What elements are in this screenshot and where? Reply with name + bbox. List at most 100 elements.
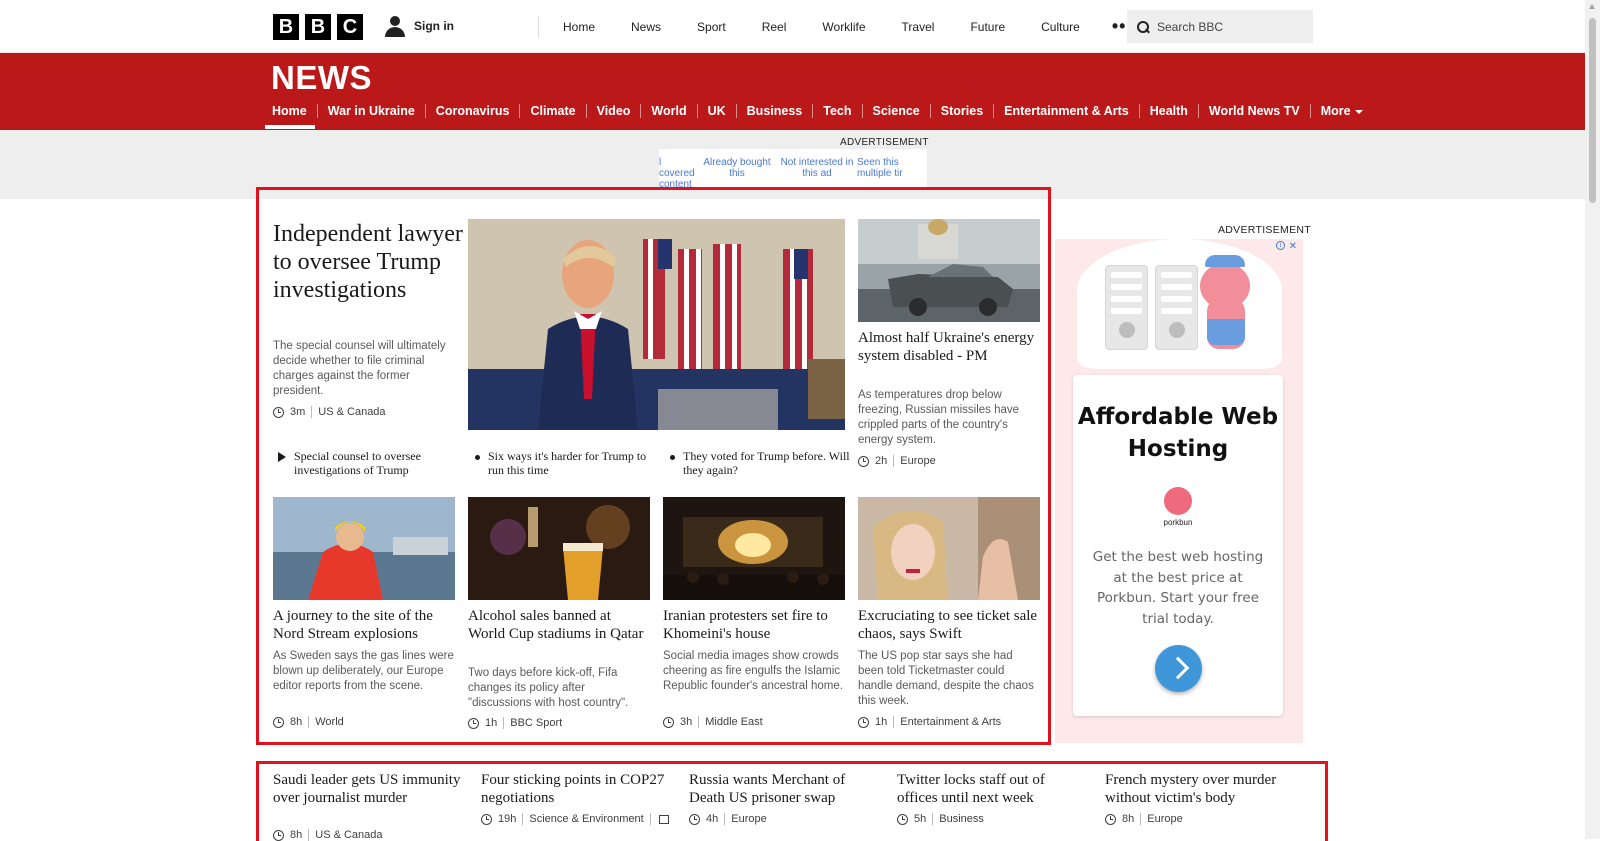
ad-card[interactable]: Affordable Web Hosting porkbun Get the b… (1073, 375, 1283, 716)
grid-story-summary: The US pop star says she had been told T… (858, 650, 1034, 707)
ad-feedback-options: l covered content Already bought this No… (659, 149, 927, 187)
lead-story-image[interactable] (468, 219, 845, 430)
page-scrollbar[interactable] (1585, 0, 1600, 839)
news-nav-business[interactable]: Business (737, 104, 814, 118)
meta-separator (308, 716, 310, 728)
grid-story-time: 3h (680, 716, 693, 728)
global-nav-home[interactable]: Home (545, 20, 613, 34)
bullet-icon (670, 455, 675, 460)
grid-story-title[interactable]: A journey to the site of the Nord Stream… (273, 608, 455, 643)
bottom-story-tag[interactable]: Europe (731, 813, 766, 825)
news-logo[interactable]: NEWS (271, 59, 372, 97)
news-nav-tech[interactable]: Tech (813, 104, 863, 118)
grid-story-image[interactable] (858, 497, 1040, 600)
grid-story-time: 1h (875, 716, 888, 728)
search-input[interactable] (1157, 19, 1307, 34)
news-nav-home[interactable]: Home (265, 104, 318, 118)
side-story-time: 2h (875, 455, 888, 467)
clock-icon (481, 813, 492, 825)
grid-story-tag[interactable]: Entertainment & Arts (900, 716, 1001, 728)
bottom-story-title[interactable]: French mystery over murder without victi… (1105, 772, 1305, 807)
news-nav-entertainment-arts[interactable]: Entertainment & Arts (994, 104, 1140, 118)
related-link-video[interactable]: Special counsel to oversee investigation… (278, 449, 458, 477)
search-box[interactable] (1127, 10, 1313, 43)
ad-option-already-bought[interactable]: Already bought this (697, 149, 777, 187)
global-nav-future[interactable]: Future (952, 20, 1023, 34)
news-nav-war-in-ukraine[interactable]: War in Ukraine (318, 104, 426, 118)
bottom-story-title[interactable]: Saudi leader gets US immunity over journ… (273, 772, 463, 807)
bottom-story-title[interactable]: Russia wants Merchant of Death US prison… (689, 772, 879, 807)
global-nav-reel[interactable]: Reel (744, 20, 805, 34)
meta-separator (522, 813, 524, 825)
ad-close-icon[interactable]: ✕ (1289, 241, 1297, 252)
bottom-story-tag[interactable]: Science & Environment (529, 813, 643, 825)
global-nav-worklife[interactable]: Worklife (804, 20, 883, 34)
meta-separator (1140, 813, 1142, 825)
grid-story-tag[interactable]: World (315, 716, 344, 728)
comments-icon[interactable] (658, 814, 669, 824)
meta-separator (893, 716, 895, 728)
lead-story-title[interactable]: Independent lawyer to oversee Trump inve… (273, 220, 463, 304)
news-nav-climate[interactable]: Climate (520, 104, 587, 118)
related-link-text: They voted for Trump before. Will they a… (683, 449, 850, 477)
bottom-story-tag[interactable]: Business (939, 813, 984, 825)
global-nav-culture[interactable]: Culture (1023, 20, 1098, 34)
right-ad-banner[interactable]: i ✕ Affordable Web Hosting porkbun Get t… (1055, 239, 1303, 743)
bottom-story-title[interactable]: Twitter locks staff out of offices until… (897, 772, 1087, 807)
side-story-image[interactable] (858, 219, 1040, 322)
meta-separator (503, 717, 505, 729)
grid-story-time: 8h (290, 716, 303, 728)
bottom-story-time: 8h (290, 829, 303, 841)
signin-link[interactable]: Sign in (384, 15, 454, 37)
related-link[interactable]: They voted for Trump before. Will they a… (670, 449, 850, 477)
news-nav-video[interactable]: Video (587, 104, 642, 118)
grid-story-image[interactable] (468, 497, 650, 600)
bottom-story-meta: 8h Europe (1105, 813, 1183, 825)
lead-story-meta: 3m US & Canada (273, 406, 386, 418)
search-icon (1137, 20, 1149, 33)
arrow-right-icon[interactable] (1155, 645, 1202, 692)
news-nav-more-label: More (1320, 104, 1351, 118)
grid-story-tag[interactable]: BBC Sport (510, 717, 562, 729)
grid-story-tag[interactable]: Middle East (705, 716, 762, 728)
bottom-story-tag[interactable]: US & Canada (315, 829, 382, 841)
grid-story-image[interactable] (273, 497, 455, 600)
grid-story-title[interactable]: Alcohol sales banned at World Cup stadiu… (468, 608, 650, 643)
global-nav-travel[interactable]: Travel (884, 20, 953, 34)
side-story-tag[interactable]: Europe (900, 455, 935, 467)
news-nav-uk[interactable]: UK (698, 104, 737, 118)
ad-option-not-interested[interactable]: Not interested in this ad (777, 149, 857, 187)
clock-icon (1105, 813, 1116, 825)
related-link[interactable]: Six ways it's harder for Trump to run th… (475, 449, 655, 477)
grid-story-time: 1h (485, 717, 498, 729)
scroll-thumb[interactable] (1589, 18, 1596, 203)
global-nav-news[interactable]: News (613, 20, 679, 34)
bbc-logo-letter: B (305, 14, 331, 40)
ad-info-icon[interactable]: i (1276, 241, 1285, 250)
news-nav-world[interactable]: World (641, 104, 698, 118)
signin-label: Sign in (414, 19, 454, 33)
grid-story-meta: 1h BBC Sport (468, 717, 562, 729)
scroll-up-icon[interactable] (1589, 4, 1595, 9)
grid-story-title[interactable]: Excruciating to see ticket sale chaos, s… (858, 608, 1040, 643)
news-nav-science[interactable]: Science (863, 104, 931, 118)
server-icon (1155, 265, 1198, 350)
news-nav-stories[interactable]: Stories (931, 104, 995, 118)
global-nav-sport[interactable]: Sport (679, 20, 744, 34)
pig-hat-icon (1205, 255, 1245, 267)
ad-option-seen-multiple[interactable]: Seen this multiple tir (857, 149, 907, 187)
bbc-logo[interactable]: B B C (273, 14, 363, 40)
side-story-title[interactable]: Almost half Ukraine's energy system disa… (858, 330, 1038, 365)
news-nav-coronavirus[interactable]: Coronavirus (426, 104, 521, 118)
news-nav-health[interactable]: Health (1140, 104, 1199, 118)
news-nav-world-news-tv[interactable]: World News TV (1199, 104, 1311, 118)
grid-story-image[interactable] (663, 497, 845, 600)
ad-option-covered[interactable]: l covered content (659, 149, 697, 187)
grid-story-title[interactable]: Iranian protesters set fire to Khomeini'… (663, 608, 845, 643)
bottom-story-title[interactable]: Four sticking points in COP27 negotiatio… (481, 772, 681, 807)
lead-story-tag[interactable]: US & Canada (318, 406, 385, 418)
bottom-story-tag[interactable]: Europe (1147, 813, 1182, 825)
meta-separator (311, 406, 313, 418)
news-nav-more[interactable]: More (1311, 104, 1373, 118)
lead-story-time: 3m (290, 406, 306, 418)
